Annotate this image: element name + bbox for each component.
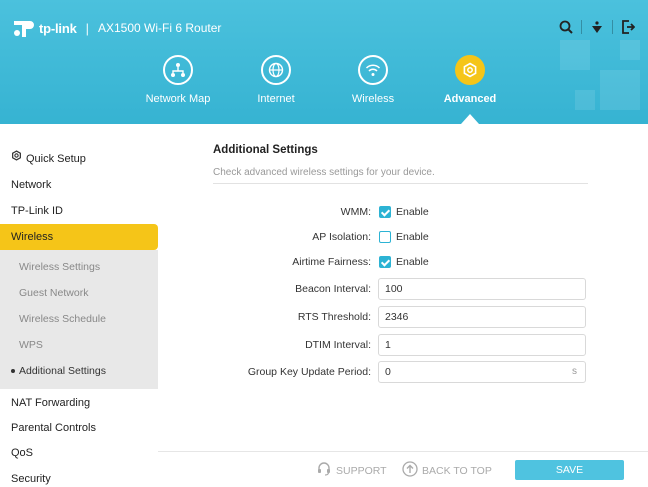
tp-link-logo-icon xyxy=(12,17,34,39)
unit-label: s xyxy=(572,366,577,377)
save-button[interactable]: SAVE xyxy=(515,460,624,480)
dtim-interval-input[interactable]: 1 xyxy=(378,334,586,356)
bulb-icon[interactable] xyxy=(587,17,607,37)
brand-separator: | xyxy=(85,20,89,36)
field-label: RTS Threshold: xyxy=(297,311,371,323)
section-description: Check advanced wireless settings for you… xyxy=(213,167,435,178)
sidebar-item-quick-setup[interactable]: Quick Setup xyxy=(0,146,158,172)
sidebar-item-label: NAT Forwarding xyxy=(11,397,91,409)
sidebar-item-label: Quick Setup xyxy=(26,153,86,165)
airtime-fairness-checkbox[interactable] xyxy=(379,256,391,268)
nav-advanced[interactable]: Advanced xyxy=(425,55,515,105)
headset-icon xyxy=(316,461,332,480)
arrow-up-circle-icon xyxy=(402,461,418,480)
sidebar-subitem-label: Wireless Schedule xyxy=(19,313,106,325)
brand-name: tp-link xyxy=(39,20,77,36)
back-to-top-button[interactable]: BACK TO TOP xyxy=(402,461,492,480)
sidebar-subitem-label: Additional Settings xyxy=(19,365,106,377)
field-label: Airtime Fairness: xyxy=(292,256,371,268)
sidebar-subitem-wireless-settings[interactable]: Wireless Settings xyxy=(0,254,158,280)
rts-threshold-row: RTS Threshold: 2346 xyxy=(158,306,648,328)
sidebar-subitem-label: WPS xyxy=(19,339,43,351)
sidebar-item-wireless[interactable]: Wireless xyxy=(0,224,158,250)
logout-icon[interactable] xyxy=(618,17,638,37)
dtim-interval-row: DTIM Interval: 1 xyxy=(158,334,648,356)
globe-icon xyxy=(261,55,291,85)
nav-label: Wireless xyxy=(351,93,395,105)
sidebar-item-parental-controls[interactable]: Parental Controls xyxy=(0,415,158,441)
sidebar-subitem-wireless-schedule[interactable]: Wireless Schedule xyxy=(0,306,158,332)
sidebar-item-tp-link-id[interactable]: TP-Link ID xyxy=(0,198,158,224)
rts-threshold-input[interactable]: 2346 xyxy=(378,306,586,328)
footer-bar: SUPPORT BACK TO TOP SAVE xyxy=(158,451,648,487)
sidebar-subitem-wps[interactable]: WPS xyxy=(0,332,158,358)
sidebar-item-label: QoS xyxy=(11,447,34,459)
main-panel: Additional Settings Check advanced wirel… xyxy=(158,124,648,487)
group-key-update-input[interactable]: 0 xyxy=(378,361,586,383)
checkbox-option-label[interactable]: Enable xyxy=(396,231,429,243)
wmm-checkbox[interactable] xyxy=(379,206,391,218)
gear-icon xyxy=(11,145,22,171)
sidebar-subitem-guest-network[interactable]: Guest Network xyxy=(0,280,158,306)
checkbox-option-label[interactable]: Enable xyxy=(396,256,429,268)
wmm-row: WMM: Enable xyxy=(158,201,648,223)
sidebar-item-label: Network xyxy=(11,179,52,191)
wifi-icon xyxy=(358,55,388,85)
sidebar-subitem-label: Guest Network xyxy=(19,287,89,299)
nav-label: Internet xyxy=(257,93,295,105)
icon-divider xyxy=(612,20,613,34)
section-title: Additional Settings xyxy=(213,144,318,156)
field-label: AP Isolation: xyxy=(312,231,371,243)
top-header: tp-link | AX1500 Wi-Fi 6 Router Network … xyxy=(0,0,648,124)
nav-wireless[interactable]: Wireless xyxy=(328,55,418,105)
router-model: AX1500 Wi-Fi 6 Router xyxy=(97,21,222,35)
support-button[interactable]: SUPPORT xyxy=(316,461,387,480)
checkbox-option-label[interactable]: Enable xyxy=(396,206,429,218)
ap-isolation-row: AP Isolation: Enable xyxy=(158,226,648,248)
active-dot xyxy=(11,369,15,373)
sidebar-item-label: Security xyxy=(11,473,51,485)
group-key-update-row: Group Key Update Period: 0 s xyxy=(158,361,648,383)
main-nav: Network Map Internet Wireless Advanced xyxy=(0,55,648,115)
ap-isolation-checkbox[interactable] xyxy=(379,231,391,243)
back-to-top-label: BACK TO TOP xyxy=(422,464,492,477)
sidebar-subitem-label: Wireless Settings xyxy=(19,261,101,273)
header-actions xyxy=(556,17,638,37)
beacon-interval-row: Beacon Interval: 100 xyxy=(158,278,648,300)
sidebar-item-label: TP-Link ID xyxy=(11,205,63,217)
airtime-fairness-row: Airtime Fairness: Enable xyxy=(158,251,648,273)
sidebar-subitem-additional-settings[interactable]: Additional Settings xyxy=(0,358,158,384)
field-label: DTIM Interval: xyxy=(305,339,371,351)
field-label: Beacon Interval: xyxy=(295,283,371,295)
nav-label: Network Map xyxy=(145,93,211,105)
gear-icon xyxy=(455,55,485,85)
beacon-interval-input[interactable]: 100 xyxy=(378,278,586,300)
nav-internet[interactable]: Internet xyxy=(231,55,321,105)
field-label: WMM: xyxy=(340,206,371,218)
sidebar-item-network[interactable]: Network xyxy=(0,172,158,198)
active-nav-pointer xyxy=(461,114,479,124)
tp-link-logo[interactable]: tp-link | AX1500 Wi-Fi 6 Router xyxy=(12,17,221,39)
sidebar-submenu-wireless: Wireless Settings Guest Network Wireless… xyxy=(0,250,158,389)
icon-divider xyxy=(581,20,582,34)
sidebar-item-label: Wireless xyxy=(11,231,54,243)
sidebar-item-label: Parental Controls xyxy=(11,422,96,434)
nav-network-map[interactable]: Network Map xyxy=(133,55,223,105)
sidebar-item-security[interactable]: Security xyxy=(0,466,158,487)
sidebar: Quick Setup Network TP-Link ID Wireless … xyxy=(0,124,158,487)
sidebar-item-nat-forwarding[interactable]: NAT Forwarding xyxy=(0,390,158,416)
support-label: SUPPORT xyxy=(336,464,387,477)
search-icon[interactable] xyxy=(556,17,576,37)
field-label: Group Key Update Period: xyxy=(247,366,371,378)
nav-label: Advanced xyxy=(443,93,497,105)
sidebar-item-qos[interactable]: QoS xyxy=(0,440,158,466)
network-map-icon xyxy=(163,55,193,85)
section-divider xyxy=(213,183,588,184)
